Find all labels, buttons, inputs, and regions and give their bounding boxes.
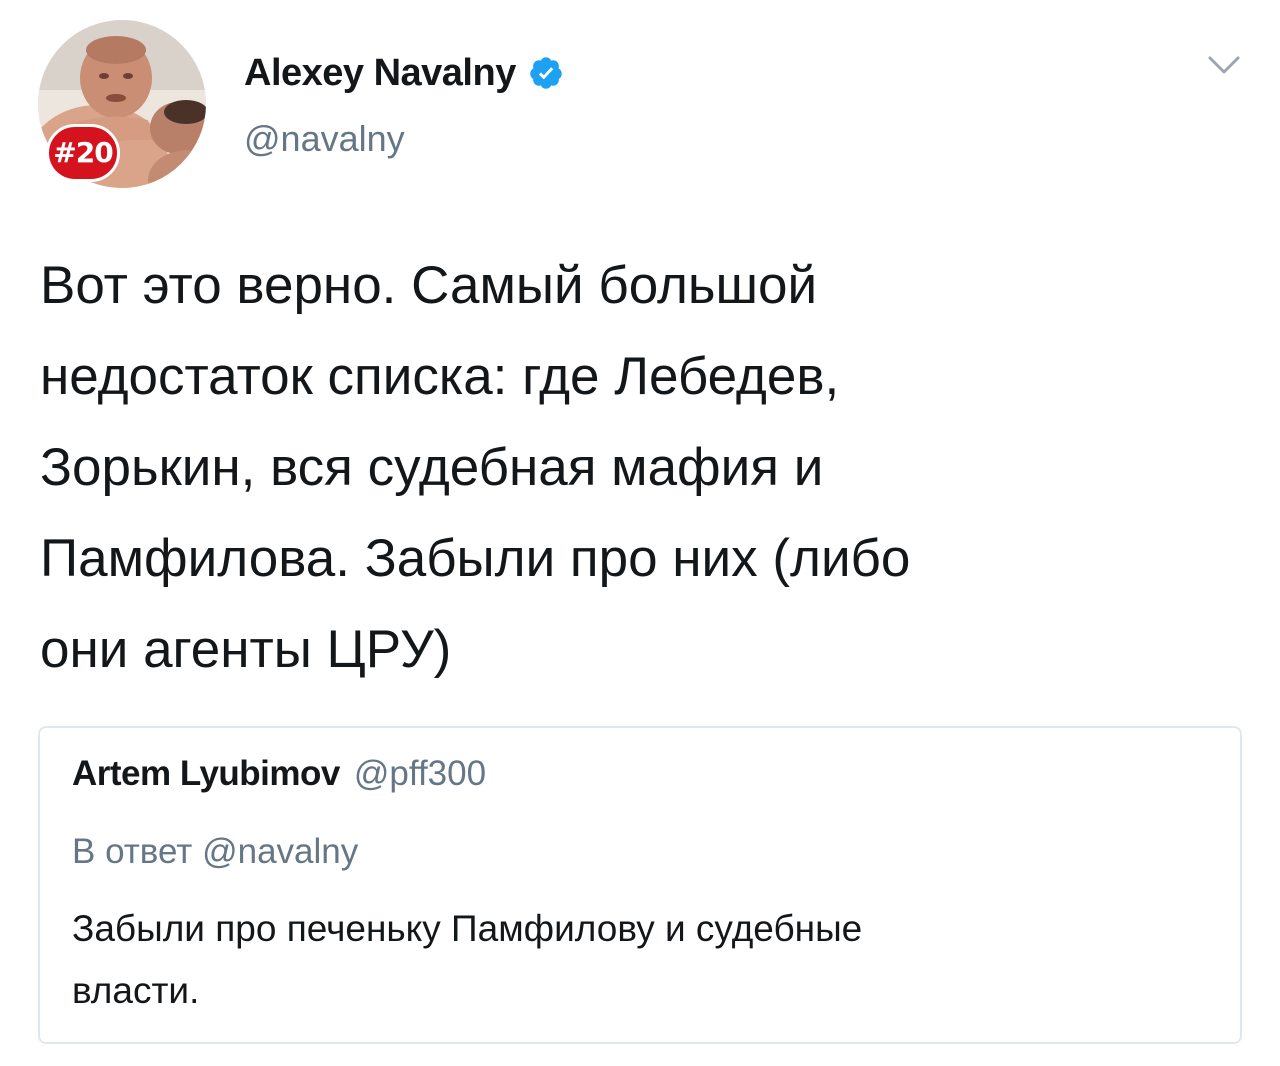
verified-badge-icon — [530, 57, 562, 89]
quoted-tweet-header: Artem Lyubimov @pff300 — [72, 754, 486, 794]
reply-prefix: В ответ — [72, 832, 193, 871]
quoted-tweet-text: Забыли про печеньку Памфилову и судебные… — [72, 908, 863, 1011]
quoted-reply-context: В ответ @navalny — [72, 832, 358, 872]
reply-mention[interactable]: @navalny — [202, 832, 358, 871]
tweet: #20 Alexey Navalny @navalny Вот это верн… — [0, 0, 1280, 1066]
author-display-name[interactable]: Alexey Navalny — [244, 52, 516, 95]
avatar-badge: #20 — [46, 124, 120, 182]
quoted-author-name: Artem Lyubimov — [72, 754, 340, 793]
quoted-tweet-card[interactable]: Artem Lyubimov @pff300 В ответ @navalny … — [38, 726, 1242, 1044]
chevron-down-icon[interactable] — [1206, 52, 1242, 78]
quoted-author-handle: @pff300 — [353, 754, 487, 793]
author-handle[interactable]: @navalny — [244, 118, 405, 160]
tweet-text: Вот это верно. Самый большой недостаток … — [40, 256, 911, 679]
author-name-row: Alexey Navalny — [244, 50, 564, 96]
